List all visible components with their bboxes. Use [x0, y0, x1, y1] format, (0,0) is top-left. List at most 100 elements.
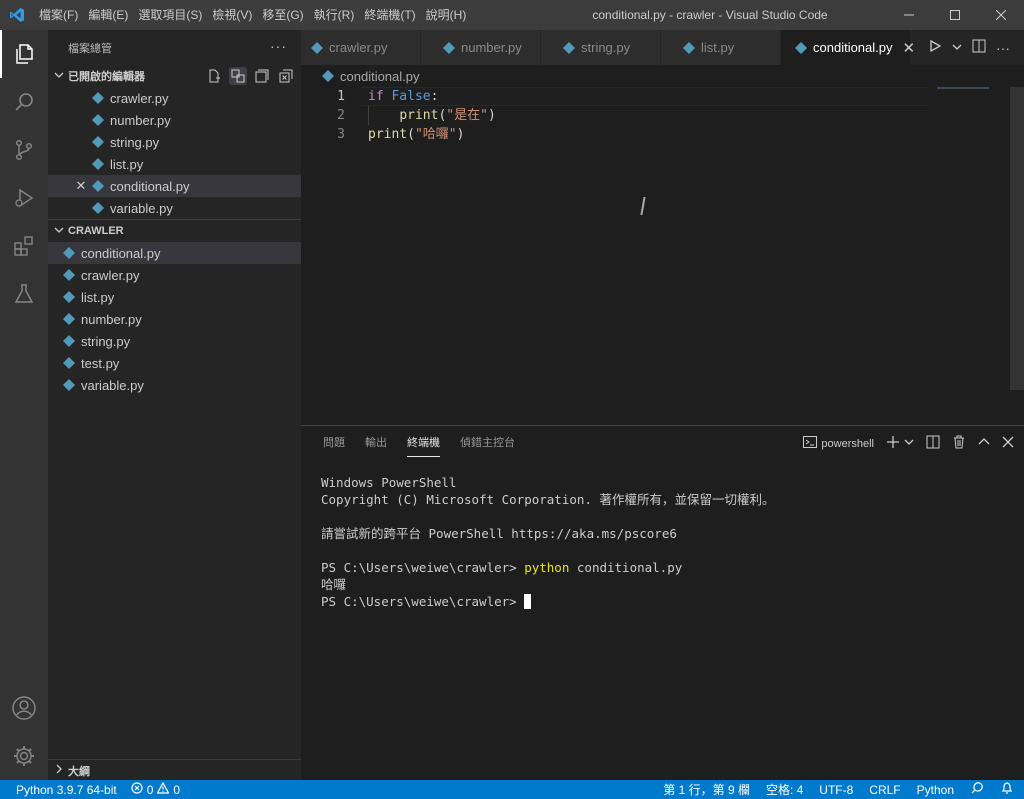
open-editor-item[interactable]: variable.py — [48, 197, 301, 219]
python-file-icon — [63, 247, 75, 259]
close-panel-icon[interactable] — [1002, 436, 1014, 451]
split-editor-icon[interactable] — [972, 39, 986, 56]
tab-problems[interactable]: 問題 — [313, 426, 355, 461]
menu-selection[interactable]: 選取項目(S) — [133, 0, 207, 30]
tab-terminal[interactable]: 終端機 — [397, 426, 450, 461]
testing-icon[interactable] — [0, 270, 48, 318]
breadcrumb-file[interactable]: conditional.py — [340, 69, 420, 84]
python-file-icon — [92, 92, 104, 104]
open-editor-item[interactable]: crawler.py — [48, 87, 301, 109]
warning-icon — [156, 781, 170, 797]
file-tree-item[interactable]: number.py — [48, 308, 301, 330]
python-file-icon — [63, 335, 75, 347]
open-editors-header[interactable]: 已開啟的編輯器 — [48, 65, 301, 87]
open-editor-item-active[interactable]: ✕ conditional.py — [48, 175, 301, 197]
panel-actions: powershell — [803, 426, 1014, 461]
python-file-icon — [92, 180, 104, 192]
settings-gear-icon[interactable] — [0, 732, 48, 780]
tab-string[interactable]: string.py — [541, 30, 661, 65]
end-of-line[interactable]: CRLF — [869, 783, 900, 797]
minimize-button[interactable] — [886, 0, 932, 30]
line-number: 1 — [337, 89, 345, 104]
close-window-button[interactable] — [978, 0, 1024, 30]
source-control-icon[interactable] — [0, 126, 48, 174]
file-tree-item[interactable]: list.py — [48, 286, 301, 308]
terminal-prompt-line: PS C:\Users\weiwe\crawler> — [321, 593, 774, 610]
maximize-button[interactable] — [932, 0, 978, 30]
terminal-line: Copyright (C) Microsoft Corporation. 著作權… — [321, 492, 775, 507]
tab-crawler[interactable]: crawler.py — [301, 30, 421, 65]
python-interpreter[interactable]: Python 3.9.7 64-bit — [16, 783, 117, 797]
code-line[interactable]: 2 print("是在") — [301, 106, 1001, 125]
file-tree-item-active[interactable]: conditional.py — [48, 242, 301, 264]
terminal-command-line: PS C:\Users\weiwe\crawler> python condit… — [321, 560, 683, 575]
chevron-down-icon — [50, 70, 68, 83]
open-editor-item[interactable]: list.py — [48, 153, 301, 175]
explorer-header: 檔案總管 ··· — [48, 30, 301, 65]
tab-conditional[interactable]: conditional.py ✕ — [781, 30, 915, 65]
tab-output[interactable]: 輸出 — [355, 426, 397, 461]
file-tree-item[interactable]: variable.py — [48, 374, 301, 396]
run-debug-icon[interactable] — [0, 174, 48, 222]
outline-header[interactable]: 大綱 — [48, 759, 301, 781]
run-python-file-icon[interactable] — [928, 39, 942, 56]
terminal-dropdown-chevron-icon[interactable] — [904, 437, 914, 450]
menu-file[interactable]: 檔案(F) — [34, 0, 83, 30]
kill-terminal-trash-icon[interactable] — [952, 435, 966, 452]
cursor-position[interactable]: 第 1 行，第 9 欄 — [663, 781, 750, 798]
terminal-panel: 問題 輸出 終端機 偵錯主控台 powershell Windows Power… — [301, 425, 1024, 780]
code-line[interactable]: 3 print("哈囉") — [301, 125, 1001, 144]
split-terminal-icon[interactable] — [926, 435, 940, 452]
editor-scrollbar[interactable] — [1010, 87, 1024, 390]
more-actions-icon[interactable]: ··· — [996, 40, 1010, 56]
editor-actions: ··· — [914, 30, 1024, 65]
more-actions-icon[interactable]: ··· — [270, 38, 287, 54]
open-editor-item[interactable]: number.py — [48, 109, 301, 131]
tab-number[interactable]: number.py — [421, 30, 541, 65]
notifications-bell-icon[interactable] — [1000, 781, 1014, 798]
new-terminal-icon[interactable] — [886, 435, 900, 452]
indentation[interactable]: 空格: 4 — [766, 781, 803, 798]
file-tree-item[interactable]: crawler.py — [48, 264, 301, 286]
open-editor-item[interactable]: string.py — [48, 131, 301, 153]
code-line[interactable]: 1 if False: — [301, 87, 1001, 106]
explorer-icon[interactable] — [0, 30, 48, 78]
code-editor[interactable]: 1 if False: 2 print("是在") 3 print("哈囉") — [301, 87, 1024, 425]
save-all-icon[interactable] — [253, 67, 271, 85]
new-untitled-file-icon[interactable] — [205, 67, 223, 85]
encoding[interactable]: UTF-8 — [819, 783, 853, 797]
extensions-icon[interactable] — [0, 222, 48, 270]
close-editor-icon[interactable]: ✕ — [74, 178, 88, 194]
file-tree-item[interactable]: test.py — [48, 352, 301, 374]
accounts-icon[interactable] — [0, 684, 48, 732]
menu-terminal[interactable]: 終端機(T) — [359, 0, 420, 30]
close-all-editors-icon[interactable] — [277, 67, 295, 85]
maximize-panel-chevron-up-icon[interactable] — [978, 436, 990, 451]
menu-help[interactable]: 說明(H) — [421, 0, 472, 30]
file-tree-item[interactable]: string.py — [48, 330, 301, 352]
language-mode[interactable]: Python — [917, 783, 954, 797]
folder-label: CRAWLER — [68, 225, 124, 237]
tab-debug-console[interactable]: 偵錯主控台 — [450, 426, 525, 461]
open-editors-label: 已開啟的編輯器 — [68, 71, 145, 83]
terminal-output[interactable]: Windows PowerShell Copyright (C) Microso… — [321, 474, 774, 610]
python-file-icon — [683, 41, 695, 54]
explorer-title: 檔案總管 — [68, 42, 112, 55]
problems-status[interactable]: 0 0 — [131, 781, 180, 797]
search-icon[interactable] — [0, 78, 48, 126]
menu-edit[interactable]: 編輯(E) — [83, 0, 133, 30]
menu-go[interactable]: 移至(G) — [257, 0, 308, 30]
run-dropdown-chevron-icon[interactable] — [952, 40, 962, 55]
python-file-icon — [92, 136, 104, 148]
python-file-icon — [63, 313, 75, 325]
folder-header[interactable]: CRAWLER — [48, 220, 301, 242]
breadcrumb: conditional.py — [301, 65, 1024, 87]
menu-view[interactable]: 檢視(V) — [207, 0, 257, 30]
menu-run[interactable]: 執行(R) — [309, 0, 360, 30]
feedback-icon[interactable] — [970, 781, 984, 798]
terminal-shell-name[interactable]: powershell — [821, 438, 874, 450]
toggle-vertical-layout-icon[interactable] — [229, 67, 247, 85]
tab-list[interactable]: list.py — [661, 30, 781, 65]
